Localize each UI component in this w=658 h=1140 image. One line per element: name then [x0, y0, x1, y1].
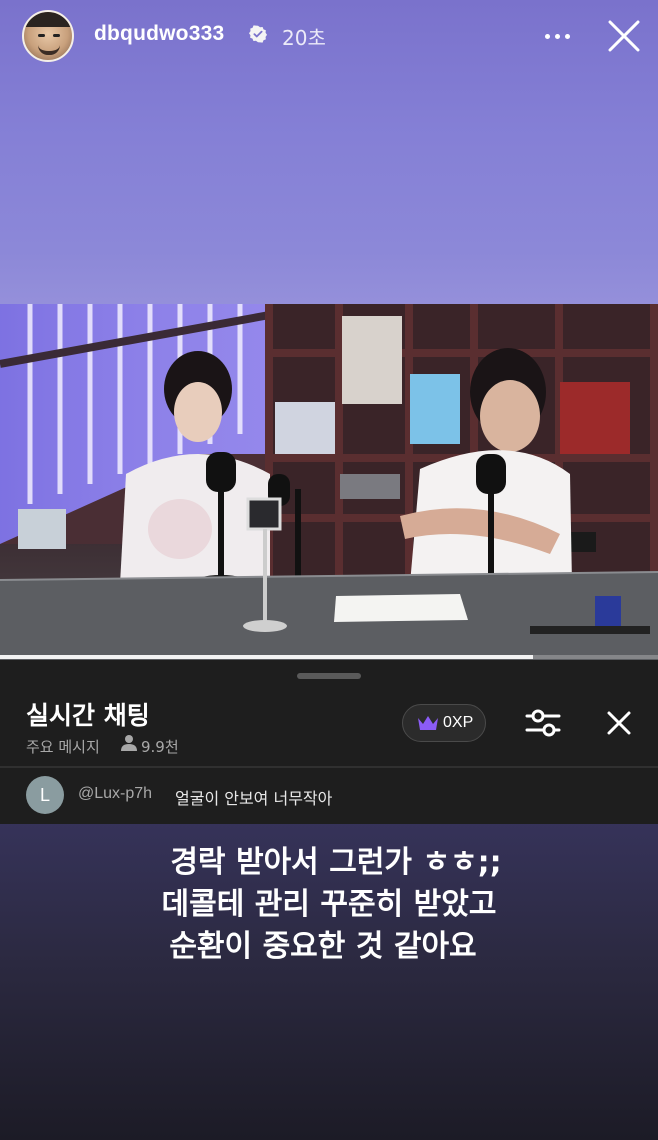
crown-icon — [418, 716, 438, 730]
close-icon[interactable] — [606, 18, 642, 54]
viewer-count: 9.9천 — [141, 738, 179, 756]
message-avatar[interactable]: L — [26, 776, 64, 814]
message-author[interactable]: @Lux-p7h — [78, 785, 152, 803]
video-scene — [0, 304, 658, 660]
story-caption: 경락 받아서 그런가 ㅎㅎ;; 데콜테 관리 꾸준히 받았고 순환이 중요한 것… — [0, 842, 658, 968]
caption-line-2: 데콜테 관리 꾸준히 받았고 — [161, 887, 497, 922]
video-progress-bar[interactable] — [0, 655, 658, 659]
post-time: 20초 — [282, 26, 326, 50]
video-progress-fill — [0, 655, 533, 659]
avatar[interactable] — [22, 10, 74, 62]
verified-badge-icon — [249, 25, 267, 43]
caption-line-1: 경락 받아서 그런가 ㅎㅎ;; — [170, 845, 502, 880]
xp-button[interactable]: 0XP — [402, 704, 486, 742]
live-chat-panel: 실시간 채팅 주요 메시지 9.9천 0XP L @Lux-p7h 얼굴이 안보… — [0, 660, 658, 824]
username[interactable]: dbqudwo333 — [94, 22, 224, 46]
chat-close-icon[interactable] — [604, 708, 634, 738]
chat-divider — [0, 766, 658, 768]
chat-title: 실시간 채팅 — [26, 701, 150, 730]
chat-mode-label[interactable]: 주요 메시지 — [26, 736, 100, 757]
story-header: dbqudwo333 20초 — [0, 0, 658, 72]
message-text: 얼굴이 안보여 너무작아 — [175, 789, 333, 808]
drag-handle[interactable] — [297, 673, 361, 679]
video-frame[interactable] — [0, 304, 658, 660]
filter-sliders-icon[interactable] — [524, 706, 562, 740]
caption-line-3: 순환이 중요한 것 같아요 — [169, 929, 477, 964]
person-icon — [121, 735, 137, 751]
more-options-icon[interactable] — [543, 26, 573, 46]
xp-label: 0XP — [443, 714, 474, 731]
